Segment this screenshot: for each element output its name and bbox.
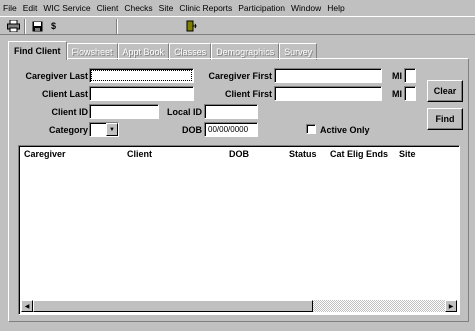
toolbar: $ bbox=[0, 16, 475, 35]
menu-client[interactable]: Client bbox=[97, 3, 119, 13]
active-only-checkbox[interactable] bbox=[306, 124, 316, 134]
category-label: Category bbox=[48, 125, 88, 135]
save-icon[interactable] bbox=[30, 19, 45, 33]
menu-checks[interactable]: Checks bbox=[124, 3, 152, 13]
dollar-icon[interactable]: $ bbox=[46, 19, 61, 33]
local-id-label: Local ID bbox=[166, 107, 202, 117]
tab-find-client[interactable]: Find Client bbox=[8, 41, 67, 60]
scroll-right-icon[interactable]: ▶ bbox=[445, 300, 457, 312]
col-site[interactable]: Site bbox=[399, 149, 416, 159]
dob-input[interactable]: 00/00/0000 bbox=[204, 122, 258, 137]
local-id-input[interactable] bbox=[204, 104, 258, 119]
menu-file[interactable]: File bbox=[3, 3, 17, 13]
scroll-left-icon[interactable]: ◀ bbox=[21, 300, 33, 312]
client-mi-input[interactable] bbox=[404, 86, 416, 101]
client-id-label: Client ID bbox=[51, 107, 88, 117]
clear-button[interactable]: Clear bbox=[427, 80, 463, 102]
menu-wic-service[interactable]: WIC Service bbox=[43, 3, 90, 13]
menu-participation[interactable]: Participation bbox=[238, 3, 285, 13]
toolbar-separator bbox=[24, 19, 26, 34]
chevron-down-icon[interactable]: ▼ bbox=[106, 123, 118, 136]
menu-window[interactable]: Window bbox=[291, 3, 321, 13]
col-status[interactable]: Status bbox=[289, 149, 317, 159]
active-only-label: Active Only bbox=[320, 125, 370, 135]
menu-site[interactable]: Site bbox=[159, 3, 174, 13]
client-last-label: Client Last bbox=[41, 89, 88, 99]
print-icon[interactable] bbox=[6, 19, 21, 33]
col-client[interactable]: Client bbox=[127, 149, 152, 159]
menu-help[interactable]: Help bbox=[327, 3, 344, 13]
client-first-input[interactable] bbox=[274, 86, 382, 101]
caregiver-first-input[interactable] bbox=[274, 68, 382, 83]
horizontal-scrollbar[interactable]: ◀ ▶ bbox=[21, 300, 457, 312]
client-id-input[interactable] bbox=[89, 104, 159, 119]
find-button[interactable]: Find bbox=[427, 108, 463, 130]
caregiver-last-input[interactable] bbox=[89, 68, 194, 83]
caregiver-first-label: Caregiver First bbox=[208, 71, 272, 81]
menu-bar: File Edit WIC Service Client Checks Site… bbox=[0, 0, 475, 15]
caregiver-last-label: Caregiver Last bbox=[25, 71, 88, 81]
menu-edit[interactable]: Edit bbox=[23, 3, 38, 13]
tab-strip: Find Client Flowsheet Appt Book Classes … bbox=[8, 41, 318, 60]
col-cat-elig-ends[interactable]: Cat Elig Ends bbox=[330, 149, 388, 159]
mi-label: MI bbox=[392, 89, 402, 99]
col-dob[interactable]: DOB bbox=[229, 149, 249, 159]
results-grid[interactable]: Caregiver Client DOB Status Cat Elig End… bbox=[18, 145, 460, 315]
client-last-input[interactable] bbox=[89, 86, 194, 101]
dob-label: DOB bbox=[182, 125, 202, 135]
client-first-label: Client First bbox=[224, 89, 272, 99]
caregiver-mi-input[interactable] bbox=[404, 68, 416, 83]
menu-clinic-reports[interactable]: Clinic Reports bbox=[179, 3, 232, 13]
scroll-thumb[interactable] bbox=[33, 300, 313, 312]
col-caregiver[interactable]: Caregiver bbox=[24, 149, 66, 159]
mi-label: MI bbox=[392, 71, 402, 81]
toolbar-separator bbox=[116, 19, 118, 34]
exit-door-icon[interactable] bbox=[184, 19, 199, 33]
